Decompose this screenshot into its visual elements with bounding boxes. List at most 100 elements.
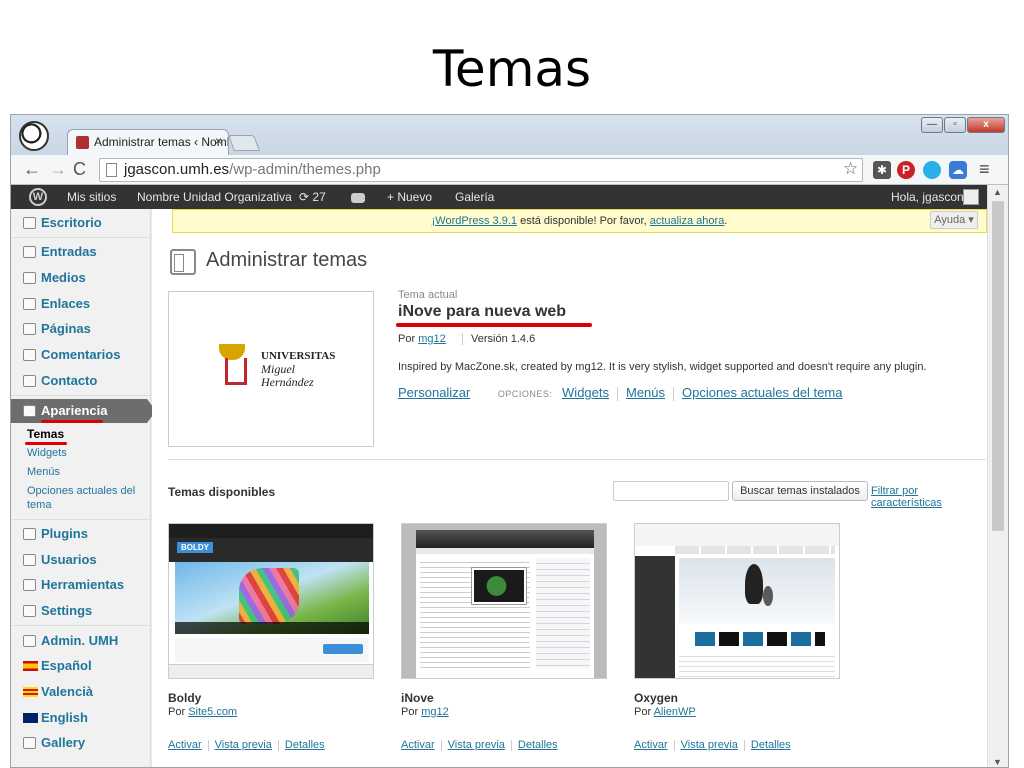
preview-link[interactable]: Vista previa (215, 739, 272, 751)
notice-text: está disponible! Por favor, (517, 215, 650, 227)
sidebar-item-espanol[interactable]: Español (11, 654, 151, 678)
theme-options-link[interactable]: Opciones actuales del tema (682, 385, 842, 400)
sidebar-item-settings[interactable]: Settings (11, 599, 151, 623)
sidebar-item-admin-umh[interactable]: Admin. UMH (11, 629, 151, 653)
vertical-scrollbar[interactable]: ▲ ▼ (987, 185, 1008, 767)
theme-name: Oxygen (634, 691, 679, 705)
sidebar-item-plugins[interactable]: Plugins (11, 522, 151, 546)
cloud-extension-icon[interactable]: ☁ (949, 161, 967, 179)
submenu-item-temas[interactable]: Temas (27, 427, 149, 441)
author-link[interactable]: Site5.com (188, 706, 237, 718)
extension-icon[interactable]: ✱ (873, 161, 891, 179)
close-tab-icon[interactable]: × (215, 134, 222, 148)
gallery-link[interactable]: Galería (455, 185, 494, 209)
sidebar-item-paginas[interactable]: Páginas (11, 317, 151, 341)
filter-features-link[interactable]: Filtrar por características (871, 485, 987, 509)
sidebar-item-label: Plugins (41, 526, 88, 541)
menu-icon[interactable]: ≡ (979, 159, 990, 179)
current-theme-actions: Personalizar OPCIONES: Widgets Menús Opcio… (398, 385, 842, 401)
scroll-up-icon[interactable]: ▲ (993, 187, 1002, 197)
theme-actions: Activar Vista previa Detalles (168, 739, 325, 751)
reload-icon[interactable]: C (73, 159, 86, 179)
theme-search-input[interactable] (613, 481, 729, 501)
sidebar-item-label: Escritorio (41, 215, 102, 230)
activate-link[interactable]: Activar (634, 739, 668, 751)
theme-actions: Activar Vista previa Detalles (401, 739, 558, 751)
thumb-part (635, 524, 839, 546)
updates-link[interactable]: ⟳ 27 (299, 185, 326, 209)
menus-link[interactable]: Menús (626, 385, 665, 400)
theme-screenshot[interactable] (634, 523, 840, 679)
update-notice: ¡WordPress 3.9.1 está disponible! Por fa… (172, 209, 987, 233)
author-link[interactable]: mg12 (421, 706, 449, 718)
bookmark-star-icon[interactable]: ☆ (843, 160, 858, 178)
main-content: ¡WordPress 3.9.1 está disponible! Por fa… (152, 209, 987, 767)
update-now-link[interactable]: actualiza ahora (650, 215, 725, 227)
site-name-link[interactable]: Nombre Unidad Organizativa (137, 185, 292, 209)
maximize-button[interactable]: ▫ (944, 117, 966, 133)
new-content-link[interactable]: + Nuevo (387, 185, 432, 209)
pinterest-icon[interactable]: P (897, 161, 915, 179)
wordpress-version-link[interactable]: ¡WordPress 3.9.1 (432, 215, 517, 227)
by-label: Por (168, 706, 189, 718)
thumb-part (675, 546, 835, 554)
wordpress-logo-icon[interactable]: W (29, 188, 47, 206)
author-link[interactable]: AlienWP (654, 706, 696, 718)
sidebar-item-entradas[interactable]: Entradas (11, 240, 151, 264)
forward-arrow-icon[interactable]: → (49, 159, 67, 179)
sidebar-item-english[interactable]: English (11, 706, 151, 730)
widgets-link[interactable]: Widgets (562, 385, 609, 400)
details-link[interactable]: Detalles (518, 739, 558, 751)
activate-link[interactable]: Activar (168, 739, 202, 751)
scroll-down-icon[interactable]: ▼ (993, 757, 1002, 767)
theme-card-boldy: BOLDY Boldy Por Site5.com Activar Vista p… (168, 523, 378, 763)
sidebar-item-usuarios[interactable]: Usuarios (11, 548, 151, 572)
url-path: /wp-admin/themes.php (229, 161, 381, 178)
preview-link[interactable]: Vista previa (681, 739, 738, 751)
sidebar-item-herramientas[interactable]: Herramientas (11, 573, 151, 597)
current-theme-version: Versión 1.4.6 (462, 333, 535, 345)
my-sites-link[interactable]: Mis sitios (67, 185, 116, 209)
comments-icon[interactable] (351, 193, 365, 203)
details-link[interactable]: Detalles (285, 739, 325, 751)
tools-icon (23, 579, 36, 591)
account-greeting[interactable]: Hola, jgascon (891, 185, 964, 209)
preview-link[interactable]: Vista previa (448, 739, 505, 751)
extension-circle-icon[interactable] (923, 161, 941, 179)
close-window-button[interactable]: x (967, 117, 1005, 133)
submenu-item-theme-options[interactable]: Opciones actuales del tema (27, 484, 149, 512)
annotation-underline (41, 420, 103, 423)
customize-link[interactable]: Personalizar (398, 385, 470, 400)
activate-link[interactable]: Activar (401, 739, 435, 751)
submenu-item-widgets[interactable]: Widgets (27, 446, 149, 460)
sidebar-item-escritorio[interactable]: Escritorio (11, 211, 151, 235)
sidebar-item-enlaces[interactable]: Enlaces (11, 292, 151, 316)
minimize-button[interactable]: — (921, 117, 943, 133)
address-bar[interactable]: jgascon.umh.es/wp-admin/themes.php (99, 158, 863, 182)
sidebar-item-medios[interactable]: Medios (11, 266, 151, 290)
sidebar-item-gallery[interactable]: Gallery (11, 731, 151, 755)
wp-admin-bar: W Mis sitios Nombre Unidad Organizativa … (11, 185, 987, 209)
separator (743, 739, 745, 751)
sidebar-item-comentarios[interactable]: Comentarios (11, 343, 151, 367)
theme-screenshot[interactable]: BOLDY (168, 523, 374, 679)
submenu-item-menus[interactable]: Menús (27, 465, 149, 479)
sidebar-item-valencia[interactable]: Valencià (11, 680, 151, 704)
details-link[interactable]: Detalles (751, 739, 791, 751)
new-tab-button[interactable] (228, 135, 260, 151)
author-link[interactable]: mg12 (418, 333, 446, 345)
help-tab[interactable]: Ayuda ▾ (930, 211, 978, 229)
divider (11, 237, 151, 238)
sidebar-item-label: Usuarios (41, 552, 97, 567)
divider (11, 625, 151, 626)
thumb-part (323, 644, 363, 654)
theme-screenshot[interactable] (401, 523, 607, 679)
avatar[interactable] (963, 189, 979, 205)
sidebar-item-contacto[interactable]: Contacto (11, 369, 151, 393)
sidebar-item-label: Gallery (41, 735, 86, 750)
browser-tab[interactable]: Administrar temas ‹ Noml × (67, 129, 229, 155)
scroll-thumb[interactable] (992, 201, 1004, 531)
separator (673, 386, 675, 401)
back-arrow-icon[interactable]: ← (23, 159, 41, 179)
search-themes-button[interactable]: Buscar temas instalados (732, 481, 868, 501)
